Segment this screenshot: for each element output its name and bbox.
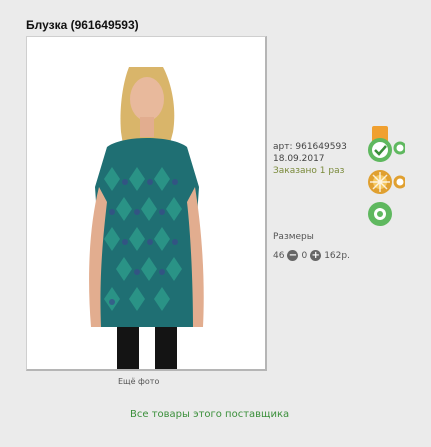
plus-circle-icon[interactable]: + [310, 250, 322, 261]
product-date: 18.09.2017 [273, 154, 325, 164]
supplier-products-link[interactable]: Все товары этого поставщика [130, 409, 289, 420]
size-selector: 46 − 0 + 162р. [273, 250, 350, 261]
product-title: Блузка (961649593) [26, 18, 139, 32]
article-number: арт: 961649593 [273, 142, 347, 152]
order-count: Заказано 1 раз [273, 166, 345, 176]
product-photo[interactable] [27, 37, 265, 369]
price-value: 162р. [324, 250, 350, 261]
minus-circle-icon[interactable]: − [287, 250, 299, 261]
flower-icon[interactable] [368, 170, 392, 194]
product-photo-frame[interactable] [26, 36, 267, 371]
product-info: арт: 961649593 18.09.2017 Заказано 1 раз [273, 141, 347, 177]
quantity-value: 0 [301, 250, 308, 261]
leaf-icon[interactable] [368, 202, 392, 226]
size-value: 46 [273, 250, 285, 261]
check-badge-icon[interactable] [368, 126, 392, 162]
sizes-label: Размеры [273, 232, 314, 242]
badge-icons [365, 126, 407, 226]
extra-badge-icon[interactable] [393, 141, 407, 189]
more-photos-link[interactable]: Ещё фото [118, 377, 159, 386]
